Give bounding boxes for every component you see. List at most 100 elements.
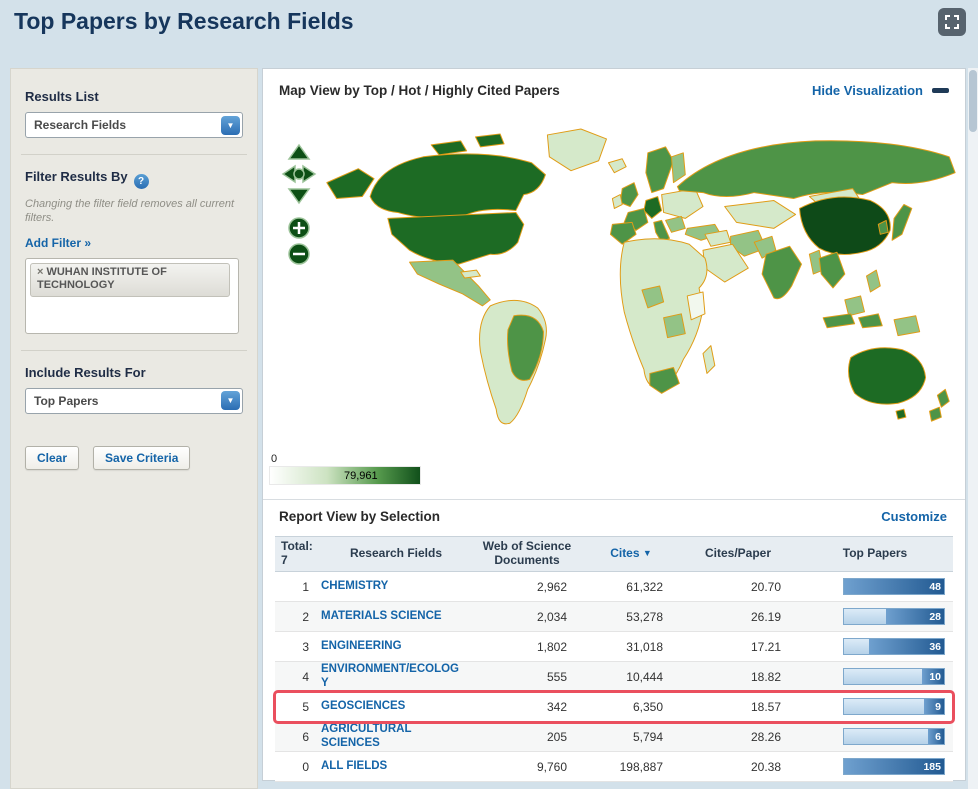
table-body: 1 CHEMISTRY 2,962 61,322 20.70 48 2 MATE… bbox=[273, 572, 955, 782]
field-link[interactable]: GEOSCIENCES bbox=[321, 700, 471, 714]
top-papers-cell: 9 bbox=[797, 698, 953, 715]
report-header: Report View by Selection Customize bbox=[279, 509, 947, 524]
include-results-dropdown[interactable]: Top Papers ▼ bbox=[25, 387, 243, 414]
bar-value: 36 bbox=[929, 640, 941, 653]
cites-cell: 31,018 bbox=[626, 639, 663, 654]
map-view-title: Map View by Top / Hot / Highly Cited Pap… bbox=[279, 83, 560, 98]
chevron-down-icon[interactable]: ▼ bbox=[221, 115, 240, 135]
sidebar-divider bbox=[21, 349, 247, 351]
include-results-value: Top Papers bbox=[34, 393, 99, 408]
docs-cell: 555 bbox=[546, 669, 567, 684]
report-view-title: Report View by Selection bbox=[279, 509, 441, 524]
rank-cell: 1 bbox=[302, 579, 309, 594]
field-link[interactable]: CHEMISTRY bbox=[321, 580, 471, 594]
customize-link[interactable]: Customize bbox=[881, 509, 947, 524]
section-divider bbox=[263, 499, 965, 500]
bar-value: 28 bbox=[929, 610, 941, 623]
page-title: Top Papers by Research Fields bbox=[14, 8, 354, 34]
docs-cell: 342 bbox=[546, 699, 567, 714]
rank-cell: 0 bbox=[302, 759, 309, 774]
sidebar: Results List Research Fields ▼ Filter Re… bbox=[10, 68, 258, 789]
cites-per-paper-cell: 26.19 bbox=[750, 609, 781, 624]
top-papers-cell: 36 bbox=[797, 638, 953, 655]
docs-cell: 2,962 bbox=[536, 579, 567, 594]
column-header-cites-per-paper[interactable]: Cites/Paper bbox=[679, 544, 797, 564]
column-header-wos-documents[interactable]: Web of Science Documents bbox=[471, 537, 583, 571]
field-link[interactable]: MATERIALS SCIENCE bbox=[321, 610, 471, 624]
filter-results-label: Filter Results By bbox=[25, 169, 128, 184]
table-row-highlighted: 5 GEOSCIENCES 342 6,350 18.57 9 bbox=[273, 690, 955, 724]
pan-center-icon[interactable] bbox=[293, 168, 305, 180]
top-papers-cell: 48 bbox=[797, 578, 953, 595]
field-link[interactable]: AGRICULTURAL SCIENCES bbox=[321, 723, 471, 751]
page-header: Top Papers by Research Fields bbox=[0, 0, 978, 60]
top-papers-cell: 28 bbox=[797, 608, 953, 625]
sidebar-divider bbox=[21, 154, 247, 155]
cites-cell: 61,322 bbox=[626, 579, 663, 594]
pan-left-icon[interactable] bbox=[281, 164, 296, 184]
results-list-value: Research Fields bbox=[34, 118, 127, 132]
rank-cell: 2 bbox=[302, 609, 309, 624]
map-header: Map View by Top / Hot / Highly Cited Pap… bbox=[263, 69, 965, 98]
cites-per-paper-cell: 18.82 bbox=[750, 669, 781, 684]
sidebar-buttons: Clear Save Criteria bbox=[25, 445, 243, 470]
cites-per-paper-cell: 28.26 bbox=[750, 729, 781, 744]
add-filter-link[interactable]: Add Filter » bbox=[25, 236, 91, 250]
scrollbar-thumb[interactable] bbox=[969, 70, 977, 132]
filter-tag[interactable]: × WUHAN INSTITUTE OF TECHNOLOGY bbox=[30, 262, 230, 298]
chevron-down-icon[interactable]: ▼ bbox=[221, 391, 240, 411]
table-row: 1 CHEMISTRY 2,962 61,322 20.70 48 bbox=[275, 572, 953, 602]
world-map[interactable] bbox=[313, 125, 963, 443]
rank-cell: 5 bbox=[302, 699, 309, 714]
pan-up-icon[interactable] bbox=[287, 143, 311, 160]
top-papers-cell: 10 bbox=[797, 668, 953, 685]
bar-value: 48 bbox=[929, 580, 941, 593]
vertical-scrollbar[interactable] bbox=[968, 68, 978, 789]
total-label: Total: bbox=[281, 539, 313, 554]
main-panel: Map View by Top / Hot / Highly Cited Pap… bbox=[262, 68, 966, 782]
field-link[interactable]: ENGINEERING bbox=[321, 640, 471, 654]
table-row: 6 AGRICULTURAL SCIENCES 205 5,794 28.26 … bbox=[275, 722, 953, 752]
cites-per-paper-cell: 20.38 bbox=[750, 759, 781, 774]
cites-per-paper-cell: 18.57 bbox=[750, 699, 781, 714]
top-papers-bar: 185 bbox=[843, 758, 945, 775]
help-icon[interactable]: ? bbox=[133, 174, 149, 189]
cites-cell: 5,794 bbox=[632, 729, 663, 744]
column-header-cites[interactable]: Cites ▼ bbox=[583, 544, 679, 564]
top-papers-bar: 28 bbox=[843, 608, 945, 625]
field-link[interactable]: ENVIRONMENT/ECOLOGY bbox=[321, 663, 471, 691]
docs-cell: 9,760 bbox=[536, 759, 567, 774]
legend-max-label: 79,961 bbox=[344, 469, 378, 482]
bar-value: 9 bbox=[935, 700, 941, 713]
remove-filter-icon[interactable]: × bbox=[37, 266, 43, 278]
clear-button[interactable]: Clear bbox=[25, 445, 80, 470]
map-legend-gradient: 79,961 bbox=[269, 466, 421, 485]
map-countries[interactable] bbox=[326, 128, 956, 425]
field-link[interactable]: ALL FIELDS bbox=[321, 760, 471, 774]
cites-cell: 198,887 bbox=[619, 759, 663, 774]
top-papers-cell: 185 bbox=[797, 758, 953, 775]
include-results-heading: Include Results For bbox=[25, 364, 146, 380]
cites-label: Cites bbox=[610, 546, 640, 561]
docs-cell: 1,802 bbox=[536, 639, 567, 654]
docs-cell: 205 bbox=[546, 729, 567, 744]
results-list-heading: Results List bbox=[25, 89, 99, 104]
fullscreen-button[interactable] bbox=[938, 8, 966, 36]
docs-cell: 2,034 bbox=[536, 609, 567, 624]
top-papers-bar: 36 bbox=[843, 638, 945, 655]
column-header-research-fields[interactable]: Research Fields bbox=[321, 544, 471, 564]
minus-icon bbox=[932, 88, 949, 93]
table-row: 2 MATERIALS SCIENCE 2,034 53,278 26.19 2… bbox=[275, 602, 953, 632]
cites-cell: 53,278 bbox=[626, 609, 663, 624]
top-papers-bar: 48 bbox=[843, 578, 945, 595]
active-filters-box: × WUHAN INSTITUTE OF TECHNOLOGY bbox=[25, 257, 239, 334]
save-criteria-button[interactable]: Save Criteria bbox=[93, 445, 191, 470]
expand-icon bbox=[945, 15, 959, 29]
bar-value: 185 bbox=[923, 760, 941, 773]
total-header: Total: 7 bbox=[275, 537, 321, 571]
filter-results-heading: Filter Results By? bbox=[25, 169, 243, 189]
results-list-dropdown[interactable]: Research Fields ▼ bbox=[25, 112, 243, 138]
hide-visualization-link[interactable]: Hide Visualization bbox=[812, 83, 949, 98]
column-header-top-papers[interactable]: Top Papers bbox=[797, 544, 953, 564]
pan-down-icon[interactable] bbox=[287, 188, 311, 205]
